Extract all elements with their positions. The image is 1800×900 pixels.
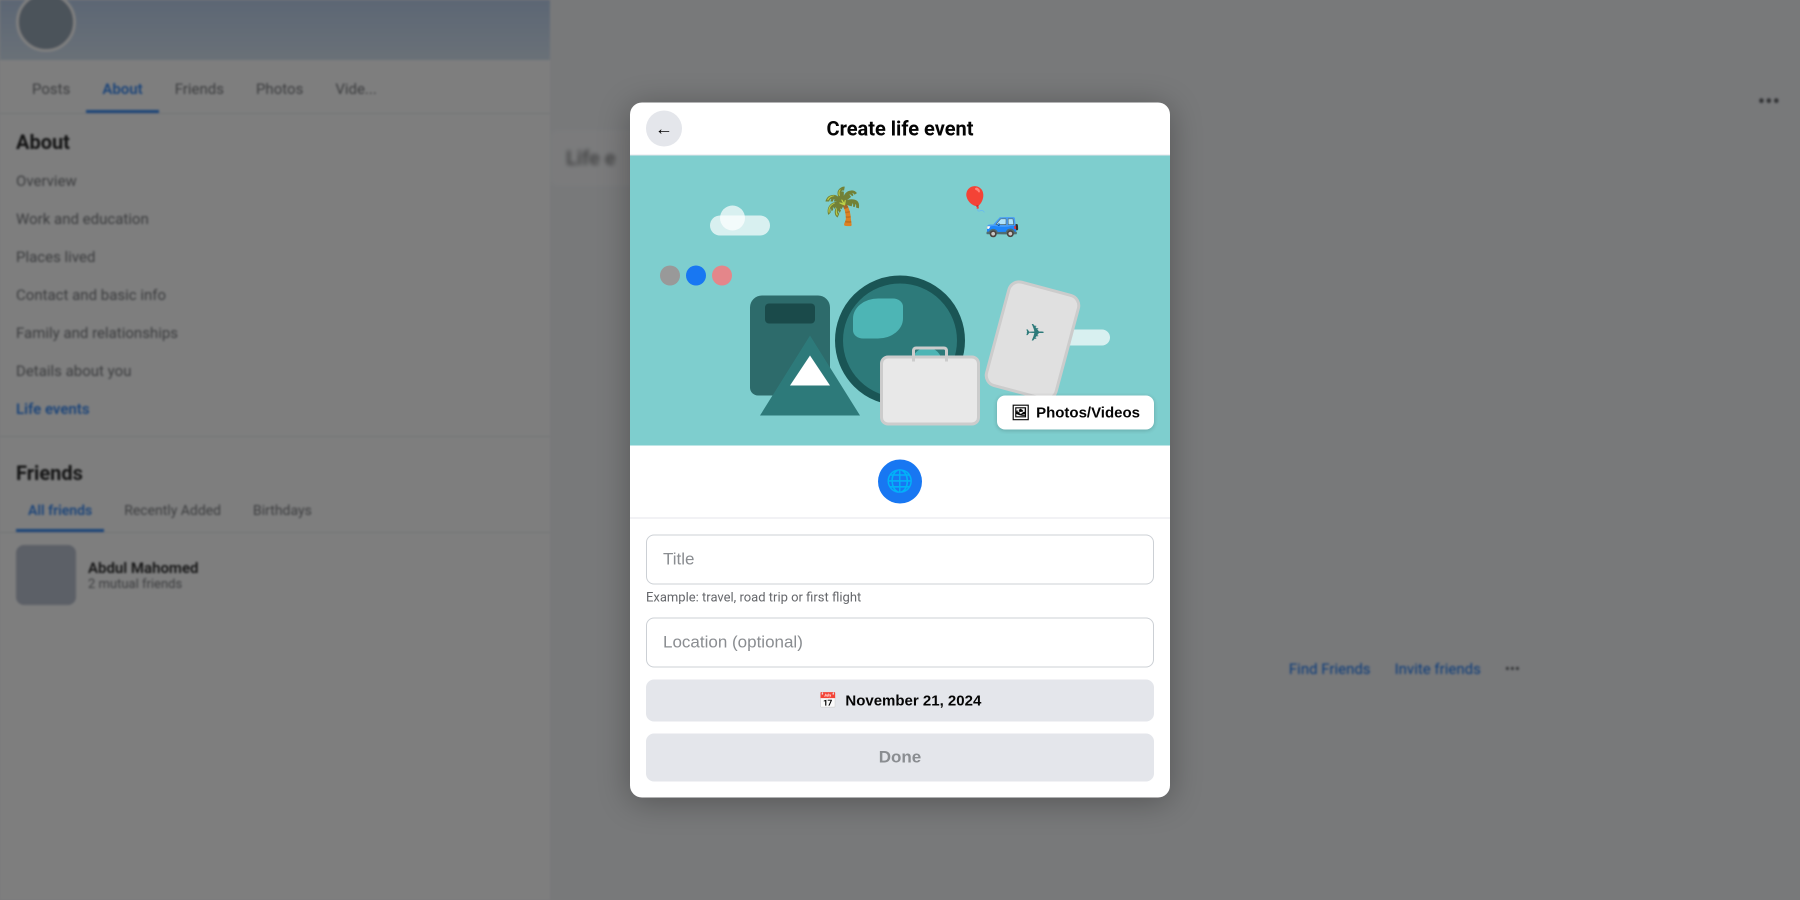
title-hint: Example: travel, road trip or first flig…: [646, 585, 1154, 618]
done-button[interactable]: Done: [646, 734, 1154, 782]
dot2: [686, 266, 706, 286]
suitcase-illustration: [880, 356, 980, 426]
mountain-illustration: [760, 336, 860, 416]
modal-header: ← Create life event: [630, 103, 1170, 156]
globe-icon: 🌐: [878, 460, 922, 504]
phone-illustration: [982, 278, 1083, 404]
dot1: [660, 266, 680, 286]
calendar-icon: 📅: [819, 692, 838, 710]
date-label: November 21, 2024: [845, 692, 981, 709]
globe-icon-strip: 🌐: [630, 446, 1170, 519]
photos-icon: 🖼: [1011, 404, 1030, 422]
globe-emoji: 🌐: [886, 469, 913, 494]
modal-title: Create life event: [826, 117, 973, 141]
title-input[interactable]: [646, 535, 1154, 585]
car-icon: 🚙: [985, 206, 1020, 239]
modal-illustration: 🌴 🎈 🚙 🖼 Photos/Videos: [630, 156, 1170, 446]
dots-row: [660, 266, 732, 286]
back-button[interactable]: ←: [646, 111, 682, 147]
location-input[interactable]: [646, 618, 1154, 668]
photos-videos-label: Photos/Videos: [1036, 404, 1140, 421]
modal-form: Example: travel, road trip or first flig…: [630, 519, 1170, 722]
cloud1-icon: [710, 216, 770, 236]
create-life-event-modal: ← Create life event 🌴 🎈 🚙 🖼: [630, 103, 1170, 798]
back-arrow-icon: ←: [655, 118, 673, 139]
date-button[interactable]: 📅 November 21, 2024: [646, 680, 1154, 722]
palm-icon: 🌴: [820, 186, 865, 228]
photos-videos-button[interactable]: 🖼 Photos/Videos: [997, 396, 1154, 430]
dot3: [712, 266, 732, 286]
